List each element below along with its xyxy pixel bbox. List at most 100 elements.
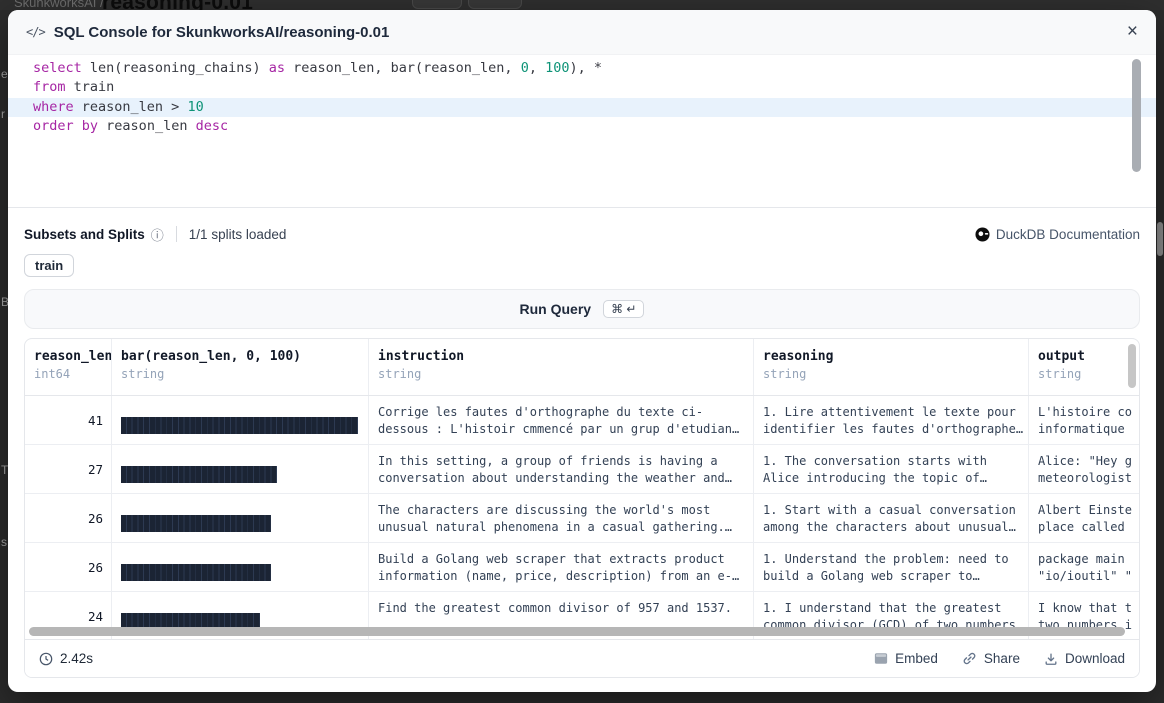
- cell-reason-len: 26: [25, 543, 112, 591]
- background-breadcrumb: SkunkworksAI /: [14, 0, 104, 10]
- cell-reason-len: 41: [25, 396, 112, 444]
- horizontal-scrollbar-thumb[interactable]: [29, 627, 1125, 636]
- code-token: reason_len: [98, 118, 196, 134]
- column-header-output: outputstring: [1029, 339, 1139, 395]
- background-page-title: reasoning-0.01: [102, 0, 253, 10]
- table-viewport[interactable]: reason_lenint64bar(reason_len, 0, 100)st…: [25, 339, 1139, 639]
- sql-console-modal: </> SQL Console for SkunkworksAI/reasoni…: [8, 10, 1156, 692]
- subsets-row: Subsets and Splits ⓘ 1/1 splits loaded D…: [24, 224, 1140, 244]
- bar-glyph: [121, 466, 277, 483]
- divider: [176, 226, 177, 242]
- results-panel: reason_lenint64bar(reason_len, 0, 100)st…: [24, 338, 1140, 678]
- code-token: desc: [196, 118, 229, 134]
- column-name: reasoning: [763, 349, 1020, 364]
- code-token: ,: [529, 60, 545, 76]
- results-footer: 2.42s Embed Share: [25, 639, 1139, 677]
- code-line: from train: [8, 78, 1156, 97]
- embed-button[interactable]: Embed: [874, 651, 938, 666]
- column-header-instruction: instruction string: [369, 339, 754, 395]
- horizontal-scrollbar[interactable]: [29, 627, 1125, 636]
- splits-loaded-status: 1/1 splits loaded: [189, 227, 287, 242]
- code-token: select: [33, 60, 82, 76]
- table-row: 41Corrige les fautes d'orthographe du te…: [25, 396, 1139, 445]
- column-name: bar(reason_len, 0, 100): [121, 349, 360, 364]
- query-time-value: 2.42s: [60, 651, 93, 666]
- close-button[interactable]: ×: [1127, 21, 1138, 43]
- code-token: len(reasoning_chains): [82, 60, 269, 76]
- download-button[interactable]: Download: [1044, 651, 1125, 666]
- vertical-scrollbar-thumb[interactable]: [1128, 344, 1136, 388]
- column-name: reason_len: [34, 349, 103, 364]
- cell-reasoning: 1. Understand the problem: need to build…: [754, 543, 1029, 591]
- column-header-reasoning: reasoning string: [754, 339, 1029, 395]
- code-token: train: [66, 79, 115, 95]
- code-line: select len(reasoning_chains) as reason_l…: [8, 59, 1156, 78]
- share-label: Share: [984, 651, 1020, 666]
- background-scrollbar-fragment: [1157, 222, 1163, 256]
- cell-reason-len: 27: [25, 445, 112, 493]
- code-line: where reason_len > 10: [8, 98, 1156, 117]
- run-query-label: Run Query: [520, 301, 592, 317]
- bar-glyph: [121, 564, 271, 581]
- run-query-button[interactable]: Run Query ⌘ ↵: [24, 289, 1140, 329]
- cell-reasoning: 1. The conversation starts with Alice in…: [754, 445, 1029, 493]
- download-icon: [1044, 652, 1058, 666]
- split-chip-train[interactable]: train: [24, 254, 74, 277]
- query-time: 2.42s: [39, 651, 93, 666]
- table-row: 27In this setting, a group of friends is…: [25, 445, 1139, 494]
- clock-icon: [39, 652, 53, 666]
- background-text-fragment: T: [1, 464, 8, 476]
- code-token: reason_len, bar(reason_len,: [285, 60, 521, 76]
- screen: SkunkworksAI / reasoning-0.01 e r B T s …: [0, 0, 1164, 703]
- column-name: output: [1038, 349, 1139, 364]
- modal-header: </> SQL Console for SkunkworksAI/reasoni…: [8, 10, 1156, 55]
- background-text-fragment: e: [1, 68, 8, 80]
- cell-instruction: The characters are discussing the world'…: [369, 494, 754, 542]
- footer-actions: Embed Share Download: [874, 651, 1125, 666]
- code-token: from: [33, 79, 66, 95]
- background-text-fragment: r: [1, 108, 8, 120]
- info-icon[interactable]: ⓘ: [151, 225, 164, 244]
- cell-bar: [112, 494, 369, 542]
- column-type: string: [378, 367, 745, 381]
- cell-reason-len: 26: [25, 494, 112, 542]
- cell-instruction: Build a Golang web scraper that extracts…: [369, 543, 754, 591]
- background-page-strip: SkunkworksAI / reasoning-0.01: [0, 0, 1164, 10]
- code-line: order by reason_len desc: [8, 117, 1156, 136]
- code-token: where: [33, 99, 74, 115]
- cell-output: package main "io/ioutil" ": [1029, 543, 1139, 591]
- cell-bar: [112, 445, 369, 493]
- code-icon: </>: [26, 25, 45, 39]
- embed-icon: [874, 652, 888, 665]
- code-token: 0: [521, 60, 529, 76]
- sql-editor-lines: select len(reasoning_chains) as reason_l…: [8, 59, 1156, 137]
- code-token: as: [269, 60, 285, 76]
- code-token: reason_len >: [74, 99, 188, 115]
- column-type: int64: [34, 367, 103, 381]
- bar-glyph: [121, 515, 271, 532]
- background-button-ghost: [412, 0, 462, 9]
- bar-glyph: [121, 417, 358, 434]
- column-type: string: [763, 367, 1020, 381]
- table-row: 26 The characters are discussing the worl…: [25, 494, 1139, 543]
- duckdb-documentation-link[interactable]: DuckDB Documentation: [975, 227, 1140, 242]
- code-token: [74, 118, 82, 134]
- cell-bar: [112, 396, 369, 444]
- code-token: ), *: [569, 60, 602, 76]
- code-token: by: [82, 118, 98, 134]
- background-text-fragment: s: [1, 536, 8, 548]
- editor-scrollbar[interactable]: [1132, 59, 1141, 172]
- code-token: 100: [545, 60, 569, 76]
- sql-editor[interactable]: select len(reasoning_chains) as reason_l…: [8, 55, 1156, 208]
- code-token: order: [33, 118, 74, 134]
- cell-reasoning: 1. Start with a casual conversation amon…: [754, 494, 1029, 542]
- cell-output: Albert Einste place called: [1029, 494, 1139, 542]
- duckdb-doc-label: DuckDB Documentation: [996, 227, 1140, 242]
- background-text-fragment: B: [1, 296, 8, 308]
- column-name: instruction: [378, 349, 745, 364]
- column-header-bar-reason-len-0-100-: bar(reason_len, 0, 100)string: [112, 339, 369, 395]
- background-button-ghost: [468, 0, 522, 9]
- duckdb-logo-icon: [975, 227, 990, 242]
- share-button[interactable]: Share: [962, 651, 1020, 666]
- cell-output: Alice: "Hey g meteorologist: [1029, 445, 1139, 493]
